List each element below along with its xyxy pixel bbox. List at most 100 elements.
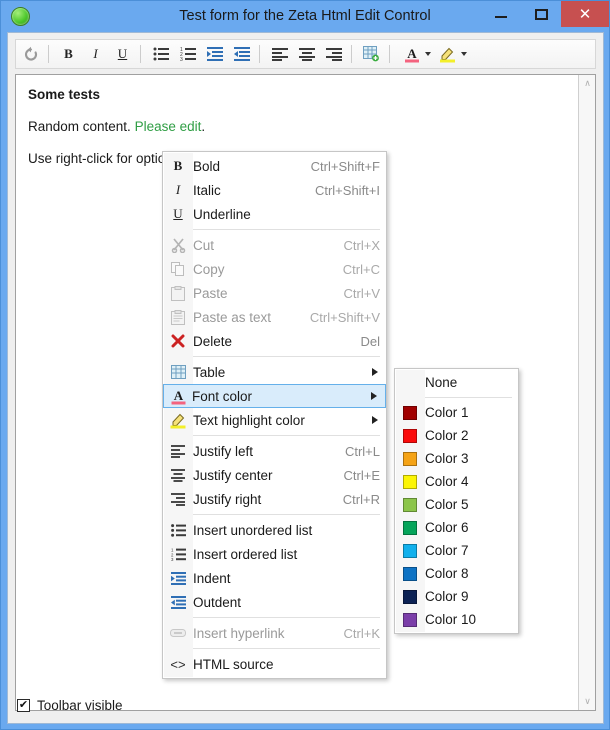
menu-item-label: Font color: [192, 388, 253, 404]
editor-toolbar: B I U 123 A: [15, 39, 596, 69]
menu-item-justify-right[interactable]: Justify right Ctrl+R: [163, 487, 386, 511]
color-swatch: [395, 543, 425, 558]
font-color-submenu[interactable]: None Color 1 Color 2 Color 3 Color 4 Color 5 C…: [394, 368, 519, 634]
color-swatch: [395, 428, 425, 443]
menu-item-underline[interactable]: U Underline: [163, 202, 386, 226]
color-item-label: None: [425, 375, 458, 390]
toolbar-justify-right-icon[interactable]: [321, 41, 346, 67]
color-item-label: Color 1: [425, 405, 469, 420]
color-swatch: [395, 589, 425, 604]
cut-icon: [163, 234, 193, 256]
color-item-10[interactable]: Color 10: [395, 608, 518, 631]
scroll-up-icon[interactable]: ∧: [579, 75, 596, 92]
menu-item-paste: Paste Ctrl+V: [163, 281, 386, 305]
toolbar-italic-icon[interactable]: I: [83, 41, 108, 67]
toolbar-justify-center-icon[interactable]: [294, 41, 319, 67]
menu-item-label: Table: [193, 364, 226, 380]
title-bar: Test form for the Zeta Html Edit Control…: [1, 1, 609, 32]
font-color-icon: A: [164, 385, 192, 407]
toolbar-highlight-color-button[interactable]: [433, 41, 467, 67]
menu-item-italic[interactable]: I Italic Ctrl+Shift+I: [163, 178, 386, 202]
highlight-color-icon[interactable]: [435, 41, 460, 67]
scroll-down-icon[interactable]: ∨: [579, 693, 596, 710]
svg-text:3: 3: [171, 557, 174, 561]
menu-item-label: Outdent: [193, 594, 242, 610]
menu-item-justify-left[interactable]: Justify left Ctrl+L: [163, 439, 386, 463]
color-item-1[interactable]: Color 1: [395, 401, 518, 424]
menu-item-shortcut: Del: [360, 333, 380, 349]
table-icon: [163, 361, 193, 383]
please-edit-link[interactable]: Please edit: [135, 119, 202, 134]
menu-item-insert-ordered-list[interactable]: 1 2 3 Insert ordered list: [163, 542, 386, 566]
toolbar-ordered-list-icon[interactable]: 123: [175, 41, 200, 67]
toolbar-undo-icon[interactable]: [18, 41, 43, 67]
toolbar-separator: [351, 45, 352, 63]
toolbar-visible-checkbox[interactable]: ✔: [17, 699, 30, 712]
close-button[interactable]: ✕: [561, 1, 609, 27]
toolbar-bold-icon[interactable]: B: [56, 41, 81, 67]
menu-item-shortcut: Ctrl+Shift+I: [314, 182, 380, 198]
menu-item-delete[interactable]: Delete Del: [163, 329, 386, 353]
color-item-2[interactable]: Color 2: [395, 424, 518, 447]
color-item-5[interactable]: Color 5: [395, 493, 518, 516]
color-item-6[interactable]: Color 6: [395, 516, 518, 539]
paragraph-1-text: Random content.: [28, 119, 135, 134]
color-item-8[interactable]: Color 8: [395, 562, 518, 585]
menu-item-font-color[interactable]: A Font color: [163, 384, 386, 408]
menu-item-table[interactable]: Table: [163, 360, 386, 384]
maximize-icon: [534, 8, 548, 20]
color-item-none[interactable]: None: [395, 371, 518, 394]
toolbar-insert-table-icon[interactable]: [359, 41, 384, 67]
color-swatch-box: [403, 451, 417, 466]
color-item-7[interactable]: Color 7: [395, 539, 518, 562]
menu-item-outdent[interactable]: Outdent: [163, 590, 386, 614]
font-color-dropdown-icon[interactable]: [425, 52, 431, 56]
editor-vertical-scrollbar[interactable]: ∧ ∨: [578, 75, 595, 710]
menu-item-label: Underline: [193, 206, 251, 222]
menu-item-text-highlight-color[interactable]: Text highlight color: [163, 408, 386, 432]
toolbar-outdent-icon[interactable]: [229, 41, 254, 67]
paste-as-text-icon: [163, 306, 193, 328]
delete-icon: [163, 330, 193, 352]
paragraph-1-tail: .: [201, 119, 206, 134]
indent-icon: [163, 567, 193, 589]
submenu-separator: [425, 397, 512, 398]
menu-item-label: Delete: [193, 333, 233, 349]
toolbar-indent-icon[interactable]: [202, 41, 227, 67]
color-item-label: Color 9: [425, 589, 469, 604]
menu-item-bold[interactable]: B Bold Ctrl+Shift+F: [163, 154, 386, 178]
menu-item-label: Text highlight color: [193, 412, 305, 428]
color-swatch-box: [403, 566, 417, 581]
color-item-label: Color 6: [425, 520, 469, 535]
toolbar-unordered-list-icon[interactable]: [148, 41, 173, 67]
color-item-9[interactable]: Color 9: [395, 585, 518, 608]
menu-item-justify-center[interactable]: Justify center Ctrl+E: [163, 463, 386, 487]
toolbar-visible-checkbox-row[interactable]: ✔ Toolbar visible: [17, 698, 123, 713]
menu-item-shortcut: Ctrl+Shift+F: [310, 158, 380, 174]
context-menu[interactable]: B Bold Ctrl+Shift+F I Italic Ctrl+Shift+I U Und…: [162, 151, 387, 679]
menu-item-label: Insert ordered list: [193, 546, 298, 562]
menu-item-label: Copy: [193, 261, 225, 277]
justify-left-icon: [163, 440, 193, 462]
toolbar-underline-icon[interactable]: U: [110, 41, 135, 67]
submenu-arrow-icon: [372, 416, 378, 424]
menu-item-insert-unordered-list[interactable]: Insert unordered list: [163, 518, 386, 542]
unordered-list-icon: [163, 519, 193, 541]
toolbar-justify-left-icon[interactable]: [267, 41, 292, 67]
menu-item-paste-as-text: Paste as text Ctrl+Shift+V: [163, 305, 386, 329]
menu-item-shortcut: Ctrl+L: [344, 443, 380, 459]
color-item-3[interactable]: Color 3: [395, 447, 518, 470]
menu-item-indent[interactable]: Indent: [163, 566, 386, 590]
menu-item-html-source[interactable]: <> HTML source: [163, 652, 386, 676]
color-swatch-box: [403, 428, 417, 443]
minimize-button[interactable]: [481, 1, 521, 27]
highlight-color-dropdown-icon[interactable]: [461, 52, 467, 56]
color-item-4[interactable]: Color 4: [395, 470, 518, 493]
window-controls: ✕: [481, 1, 609, 27]
hyperlink-icon: [163, 622, 193, 644]
color-item-label: Color 2: [425, 428, 469, 443]
toolbar-font-color-button[interactable]: A: [397, 41, 431, 67]
maximize-button[interactable]: [521, 1, 561, 27]
font-color-icon[interactable]: A: [399, 41, 424, 67]
menu-item-copy: Copy Ctrl+C: [163, 257, 386, 281]
